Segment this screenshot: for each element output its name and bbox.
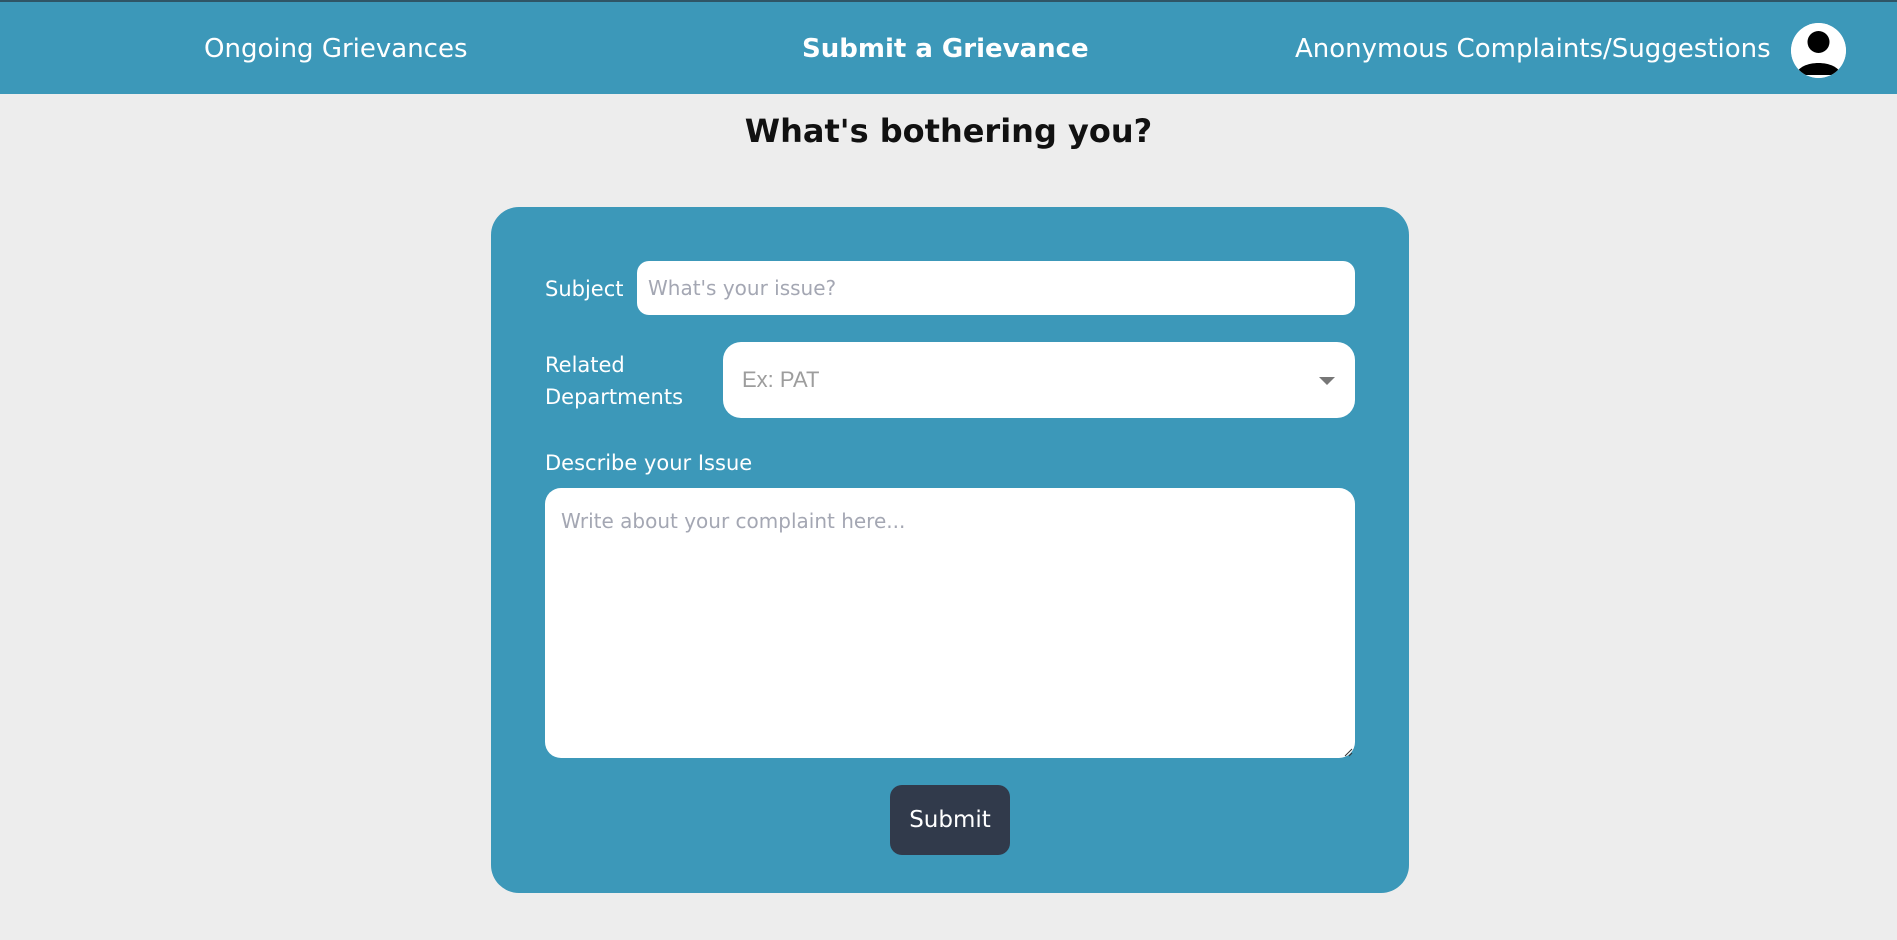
- nav-submit-grievance[interactable]: Submit a Grievance: [802, 2, 1089, 96]
- departments-placeholder: Ex: PAT: [742, 367, 820, 392]
- page-title: What's bothering you?: [744, 112, 1153, 150]
- describe-label: Describe your Issue: [545, 451, 753, 475]
- nav-anonymous-complaints[interactable]: Anonymous Complaints/Suggestions: [1295, 2, 1771, 96]
- departments-label: Related Departments: [545, 353, 684, 409]
- chevron-down-icon[interactable]: [1319, 377, 1335, 385]
- submit-button[interactable]: Submit: [890, 785, 1010, 855]
- describe-textarea[interactable]: [545, 488, 1355, 758]
- top-navbar: Ongoing Grievances Submit a Grievance An…: [0, 0, 1897, 94]
- nav-ongoing-grievances[interactable]: Ongoing Grievances: [204, 2, 468, 96]
- departments-select[interactable]: Ex: PAT: [723, 342, 1355, 418]
- user-avatar-icon[interactable]: [1791, 23, 1846, 78]
- subject-input[interactable]: [637, 261, 1355, 315]
- subject-label: Subject: [545, 277, 624, 301]
- grievance-form: Subject Related Departments Ex: PAT Desc…: [491, 207, 1409, 893]
- resize-handle-icon[interactable]: [1343, 747, 1353, 757]
